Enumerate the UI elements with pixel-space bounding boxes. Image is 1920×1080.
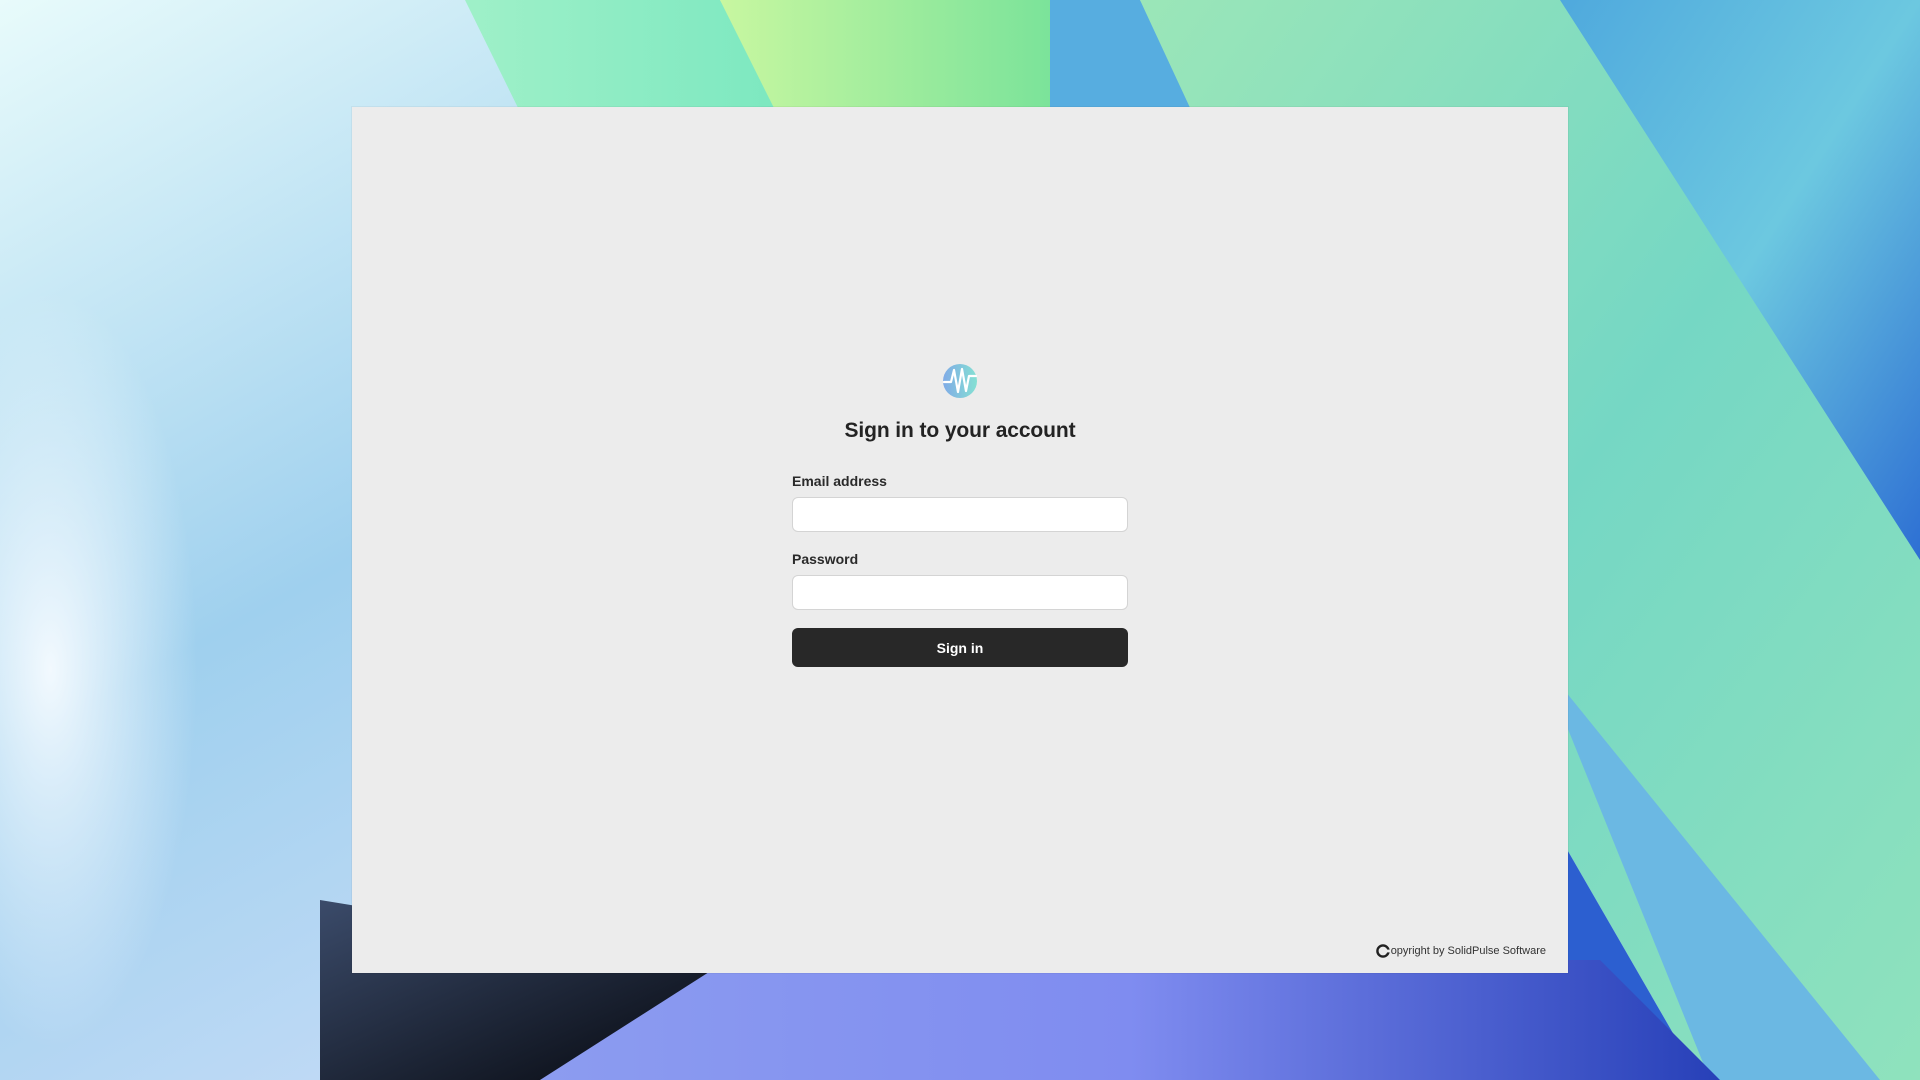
sign-in-button[interactable]: Sign in xyxy=(792,628,1128,667)
copyright-icon xyxy=(1375,944,1390,958)
login-panel: Sign in to your account Email address Pa… xyxy=(792,361,1128,667)
page-title: Sign in to your account xyxy=(844,419,1076,442)
email-label: Email address xyxy=(792,473,887,489)
desktop: Sign in to your account Email address Pa… xyxy=(0,0,1920,1080)
email-field[interactable] xyxy=(792,497,1128,532)
sign-in-form: Email address Password Sign in xyxy=(792,473,1128,667)
copyright-footer: opyright by SolidPulse Software xyxy=(1375,944,1546,958)
waveform-logo-icon xyxy=(942,364,978,398)
login-window: Sign in to your account Email address Pa… xyxy=(352,107,1568,973)
copyright-text: opyright by SolidPulse Software xyxy=(1390,945,1546,957)
password-field-group: Password xyxy=(792,551,1128,610)
password-label: Password xyxy=(792,551,859,567)
password-field[interactable] xyxy=(792,575,1128,610)
email-field-group: Email address xyxy=(792,473,1128,532)
